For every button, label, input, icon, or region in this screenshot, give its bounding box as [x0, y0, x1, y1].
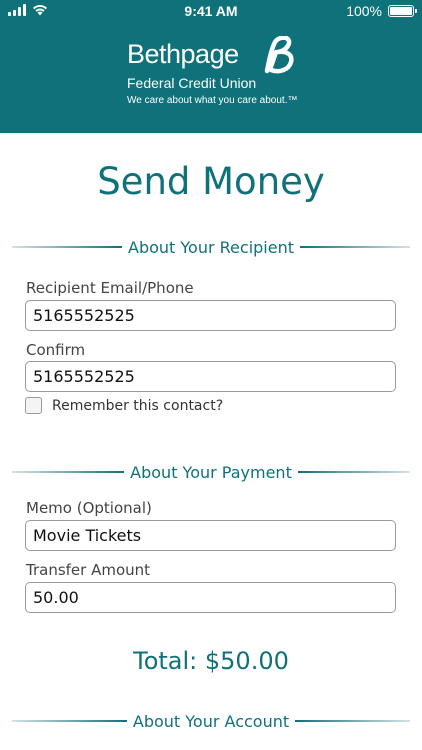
divider-line: [297, 471, 410, 473]
divider-line: [12, 246, 123, 248]
section-header-payment: About Your Payment: [12, 461, 410, 483]
confirm-label: Confirm: [26, 341, 86, 359]
divider-line: [295, 720, 411, 722]
remember-contact-label: Remember this contact?: [52, 397, 224, 414]
brand-tagline: We care about what you care about.™: [127, 95, 298, 106]
bethpage-b-logo-icon: [264, 36, 294, 74]
transfer-amount-label: Transfer Amount: [26, 561, 151, 579]
total-amount: Total: $50.00: [133, 647, 289, 675]
section-title-payment: About Your Payment: [130, 462, 292, 482]
section-header-account: About Your Account: [12, 710, 411, 732]
divider-line: [300, 246, 411, 248]
memo-label: Memo (Optional): [26, 499, 152, 517]
brand-name: Bethpage: [127, 39, 239, 69]
divider-line: [12, 471, 125, 473]
battery-icon: [388, 5, 417, 17]
divider-line: [12, 720, 127, 722]
remember-contact-row[interactable]: Remember this contact?: [25, 397, 223, 414]
memo-input[interactable]: [25, 520, 396, 551]
recipient-email-input[interactable]: [25, 300, 396, 331]
section-title-recipient: About Your Recipient: [128, 237, 294, 257]
section-title-account: About Your Account: [132, 711, 290, 731]
recipient-email-label: Recipient Email/Phone: [26, 279, 194, 297]
confirm-email-input[interactable]: [25, 361, 396, 392]
page-title: Send Money: [97, 160, 325, 203]
brand-subtitle: Federal Credit Union: [127, 75, 257, 91]
remember-contact-checkbox[interactable]: [25, 397, 42, 414]
section-header-recipient: About Your Recipient: [12, 236, 411, 258]
status-right: 100%: [346, 3, 417, 19]
transfer-amount-input[interactable]: [25, 582, 396, 613]
status-bar: 9:41 AM 100%: [0, 0, 422, 24]
bethpage-logo: Bethpage Federal Credit Union We care ab…: [127, 36, 307, 113]
battery-percent: 100%: [346, 3, 382, 19]
app-header: 9:41 AM 100% Bethpage Federal Credit Uni…: [0, 0, 422, 133]
